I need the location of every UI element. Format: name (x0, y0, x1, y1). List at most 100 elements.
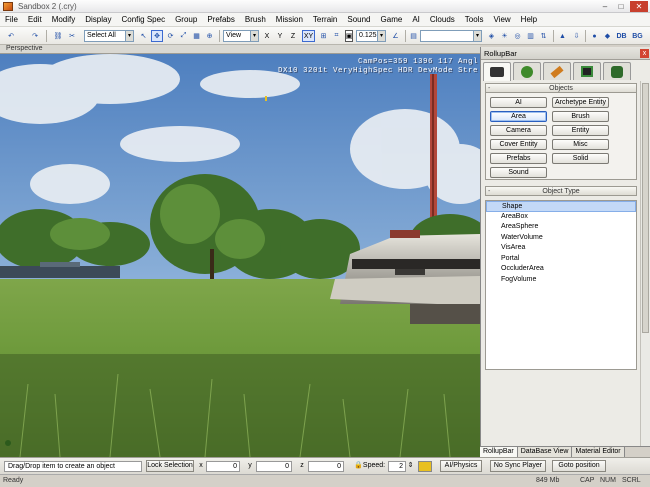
collapse-icon[interactable]: - (488, 187, 490, 196)
tab-objects[interactable] (483, 62, 511, 81)
x-coordinate-field[interactable]: 0 (206, 461, 240, 472)
sound-button[interactable]: Sound (490, 167, 547, 178)
globe-icon[interactable]: ● (589, 30, 600, 42)
window-title: Sandbox 2 (.cry) (18, 2, 77, 11)
rotate-icon[interactable]: ⟳ (165, 30, 176, 42)
list-item-areasphere[interactable]: AreaSphere (486, 222, 636, 233)
archetype-entity-button[interactable]: Archetype Entity (552, 97, 609, 108)
undo-icon[interactable]: ↶ (4, 30, 18, 42)
camera-icon[interactable]: ▥ (525, 30, 536, 42)
list-item-areabox[interactable]: AreaBox (486, 212, 636, 223)
menu-view[interactable]: View (488, 15, 515, 24)
axis-y-button[interactable]: Y (275, 30, 285, 42)
goto-position-button[interactable]: Goto position (552, 460, 606, 472)
misc-button[interactable]: Misc (552, 139, 609, 150)
redo-icon[interactable]: ↷ (28, 30, 42, 42)
cover-entity-button[interactable]: Cover Entity (490, 139, 547, 150)
snap-value-dropdown[interactable]: 0.125 ▾ (356, 30, 386, 42)
rollup-close-button[interactable]: x (640, 49, 649, 58)
unlink-icon[interactable]: ✂ (66, 30, 78, 42)
tab-terrain[interactable] (513, 62, 541, 80)
menu-prefabs[interactable]: Prefabs (202, 15, 240, 24)
object-type-header[interactable]: - Object Type (486, 187, 636, 196)
solid-button[interactable]: Solid (552, 153, 609, 164)
layer-dropdown[interactable]: ▾ (420, 30, 482, 42)
list-item-watervolume[interactable]: WaterVolume (486, 233, 636, 244)
speed-spinner-icon[interactable]: ⇕ (407, 461, 414, 472)
menu-display[interactable]: Display (80, 15, 116, 24)
menu-clouds[interactable]: Clouds (425, 15, 460, 24)
lighting-icon[interactable]: ☀ (499, 30, 510, 42)
menu-terrain[interactable]: Terrain (308, 15, 342, 24)
speed-field[interactable]: 2 (388, 461, 406, 472)
list-item-fogvolume[interactable]: FogVolume (486, 275, 636, 286)
selection-filter-dropdown[interactable]: Select All ▾ (84, 30, 134, 42)
scrollbar-thumb[interactable] (642, 83, 649, 333)
export-icon[interactable]: ⇩ (571, 30, 582, 42)
list-item-portal[interactable]: Portal (486, 254, 636, 265)
perspective-viewport[interactable]: CamPos=359 1396 117 Angl DX10 3201t Very… (0, 54, 480, 457)
objects-group-header[interactable]: - Objects (486, 84, 636, 93)
menu-edit[interactable]: Edit (23, 15, 47, 24)
database-button[interactable]: DB (615, 30, 628, 42)
axis-terrain-icon[interactable]: ⊞ (318, 30, 329, 42)
terrain-editor-icon[interactable]: ▲ (557, 30, 568, 42)
menu-mission[interactable]: Mission (271, 15, 308, 24)
tab-layers[interactable] (603, 62, 631, 80)
menu-ai[interactable]: AI (407, 15, 425, 24)
move-icon[interactable]: ✥ (151, 30, 163, 42)
lock-icon[interactable]: 🔒 (354, 461, 363, 472)
area-button[interactable]: Area (490, 111, 547, 122)
ai-physics-button[interactable]: AI/Physics (440, 460, 482, 472)
angle-snap-icon[interactable]: ∠ (390, 30, 401, 42)
no-sync-player-button[interactable]: No Sync Player (490, 460, 546, 472)
list-item-visarea[interactable]: VisArea (486, 243, 636, 254)
rollup-scrollbar[interactable] (640, 81, 650, 457)
menu-brush[interactable]: Brush (240, 15, 271, 24)
y-coordinate-field[interactable]: 0 (256, 461, 292, 472)
scale-icon[interactable]: ⤢ (178, 30, 189, 42)
menu-modify[interactable]: Modify (47, 15, 81, 24)
lock-selection-button[interactable]: Lock Selection (146, 460, 194, 472)
snap-terrain-icon[interactable]: ⊕ (204, 30, 215, 42)
list-item-shape[interactable]: Shape (486, 201, 636, 212)
flowgraph-icon[interactable]: ◆ (602, 30, 613, 42)
reference-coord-dropdown[interactable]: View ▾ (223, 30, 259, 42)
select-arrow-icon[interactable]: ↖ (138, 30, 149, 42)
menu-sound[interactable]: Sound (342, 15, 375, 24)
snap-grid-icon[interactable]: ⌗ (331, 30, 342, 42)
menu-file[interactable]: File (0, 15, 23, 24)
prefabs-button[interactable]: Prefabs (490, 153, 547, 164)
select-terrain-icon[interactable]: ▦ (191, 30, 202, 42)
script-icon[interactable]: ⇅ (538, 30, 549, 42)
background-button[interactable]: BG (631, 30, 644, 42)
menu-tools[interactable]: Tools (460, 15, 489, 24)
link-icon[interactable]: ⛓ (52, 30, 64, 42)
axis-xy-button[interactable]: XY (302, 30, 315, 42)
menu-game[interactable]: Game (376, 15, 408, 24)
ai-button[interactable]: AI (490, 97, 547, 108)
tab-display[interactable] (573, 62, 601, 80)
brush-button[interactable]: Brush (552, 111, 609, 122)
axis-x-button[interactable]: X (262, 30, 272, 42)
z-coordinate-field[interactable]: 0 (308, 461, 344, 472)
list-item-occluderarea[interactable]: OccluderArea (486, 264, 636, 275)
axis-z-button[interactable]: Z (288, 30, 298, 42)
menu-help[interactable]: Help (516, 15, 542, 24)
minimize-button[interactable]: – (598, 1, 612, 12)
material-icon[interactable]: ◈ (486, 30, 497, 42)
layer-icon[interactable]: ▤ (408, 30, 419, 42)
maximize-button[interactable]: □ (614, 1, 628, 12)
snap-toggle-icon[interactable]: ▣ (345, 30, 353, 42)
viewport-label[interactable]: Perspective (6, 45, 43, 52)
terrain-follow-icon[interactable] (418, 461, 432, 472)
menu-group[interactable]: Group (170, 15, 202, 24)
close-button[interactable]: ✕ (630, 1, 648, 12)
tab-modelling[interactable] (543, 62, 571, 80)
camera-button[interactable]: Camera (490, 125, 547, 136)
status-bar: Ready 849 Mb CAP NUM SCRL (0, 474, 650, 487)
collapse-icon[interactable]: - (488, 84, 490, 93)
physics-icon[interactable]: ◎ (512, 30, 523, 42)
menu-config-spec[interactable]: Config Spec (116, 15, 170, 24)
entity-button[interactable]: Entity (552, 125, 609, 136)
